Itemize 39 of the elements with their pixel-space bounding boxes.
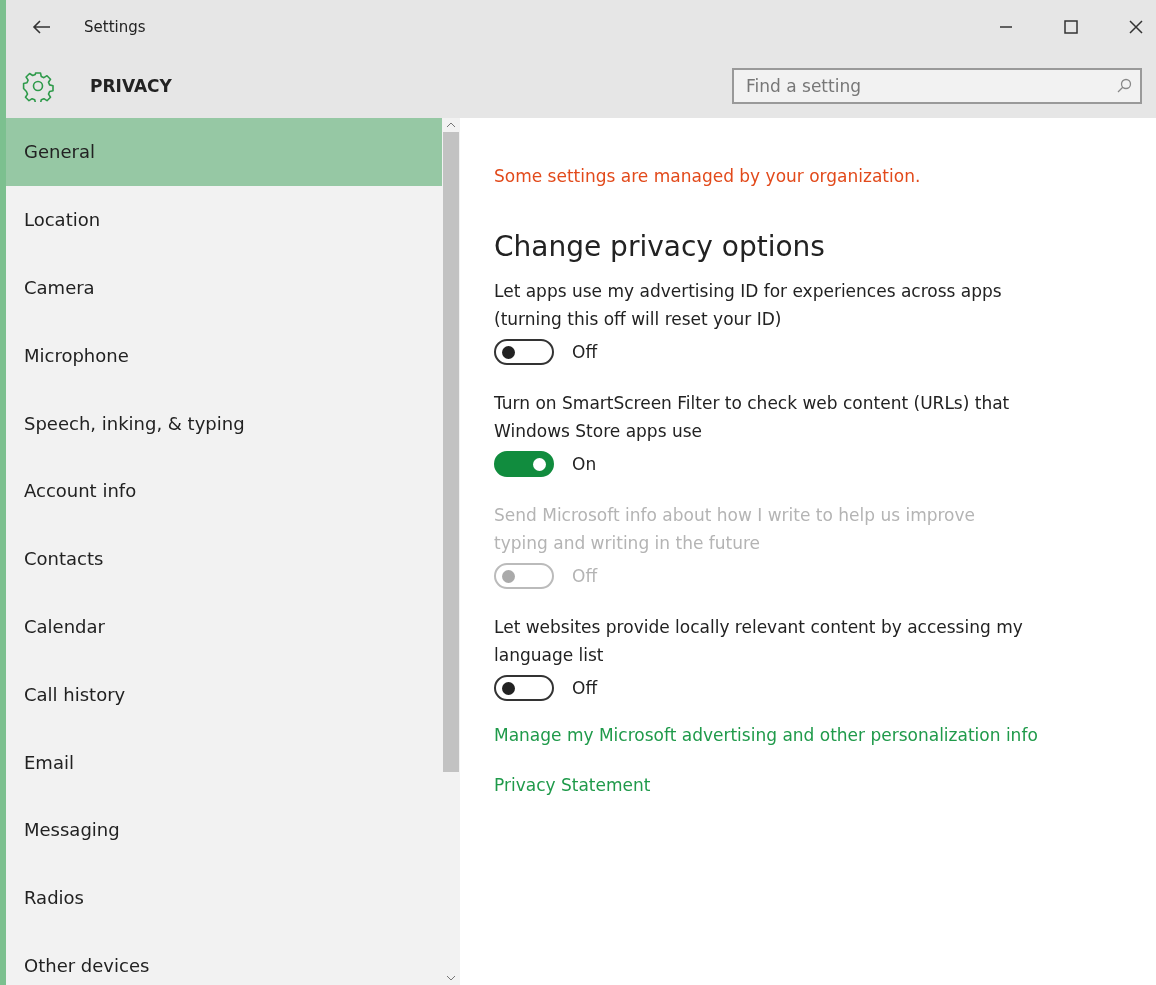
gear-icon xyxy=(22,70,54,102)
toggle-state: On xyxy=(572,454,597,474)
back-arrow-icon[interactable] xyxy=(32,19,52,35)
scrollbar[interactable] xyxy=(442,118,460,985)
link[interactable]: Manage my Microsoft advertising and other personalization info xyxy=(494,725,1038,745)
sidebar-item[interactable]: Location xyxy=(6,185,442,254)
option-label: Let websites provide locally relevant content by accessing my language list xyxy=(494,616,1024,667)
managed-notice: Some settings are managed by your organization. xyxy=(494,166,921,186)
search-field[interactable]: Find a setting xyxy=(732,68,1142,104)
toggle-state: Off xyxy=(572,342,598,362)
toggle-switch[interactable] xyxy=(494,451,554,477)
page-title: PRIVACY xyxy=(90,76,172,96)
option-label: Send Microsoft info about how I write to help us improve typing and writing in the future xyxy=(494,504,977,555)
toggle-switch[interactable] xyxy=(494,675,554,701)
toggle-switch[interactable] xyxy=(494,339,554,365)
sidebar-item[interactable]: Email xyxy=(6,728,442,796)
search-icon xyxy=(1116,78,1132,94)
sidebar-item[interactable]: Camera xyxy=(6,253,442,322)
sidebar-item[interactable]: Other devices xyxy=(6,931,442,985)
sidebar-item[interactable]: Contacts xyxy=(6,524,442,593)
option-label: Turn on SmartScreen Filter to check web content (URLs) that Windows Store apps use xyxy=(494,392,1011,443)
option-label: Let apps use my advertising ID for experiences across apps (turning this off will reset your ID) xyxy=(494,280,1003,331)
link[interactable]: Privacy Statement xyxy=(494,775,651,795)
scroll-up-icon[interactable] xyxy=(446,122,456,128)
sidebar-item[interactable]: Call history xyxy=(6,660,442,729)
sidebar-item[interactable]: Radios xyxy=(6,863,442,932)
scroll-down-icon[interactable] xyxy=(446,975,456,981)
sidebar-item[interactable]: Speech, inking, & typing xyxy=(6,389,442,457)
sidebar-item[interactable]: General xyxy=(6,118,442,186)
toggle-state: Off xyxy=(572,566,598,586)
window-title: Settings xyxy=(84,18,146,36)
sidebar-item[interactable]: Messaging xyxy=(6,795,442,864)
sidebar-item[interactable]: Account info xyxy=(6,457,442,525)
sidebar-item[interactable]: Microphone xyxy=(6,321,442,390)
toggle-state: Off xyxy=(572,678,598,698)
section-heading: Change privacy options xyxy=(494,230,825,263)
scrollbar-thumb[interactable] xyxy=(443,132,459,772)
maximize-icon[interactable] xyxy=(1061,17,1081,37)
sidebar-item[interactable]: Calendar xyxy=(6,592,442,661)
